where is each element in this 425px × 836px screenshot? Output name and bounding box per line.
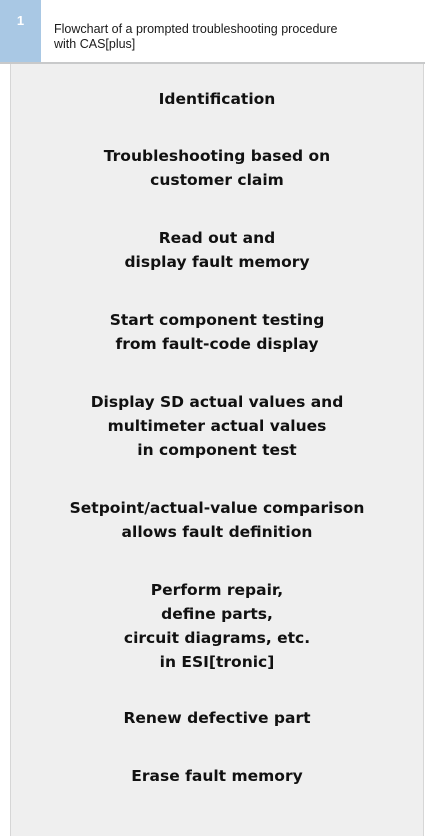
step-start-component-testing: Start component testing from fault-code … xyxy=(11,308,423,356)
step-line: Troubleshooting based on xyxy=(103,147,331,165)
step-erase-fault-memory: Erase fault memory xyxy=(11,764,423,788)
step-identification: Identification xyxy=(11,87,423,111)
caption-line-2: with CAS[plus] xyxy=(54,37,136,51)
step-line: in ESI[tronic] xyxy=(159,653,275,671)
figure-frame: 1 Flowchart of a prompted troubleshootin… xyxy=(0,0,425,836)
step-line: Erase fault memory xyxy=(131,767,303,785)
step-renew-defective-part: Renew defective part xyxy=(11,706,423,730)
step-troubleshooting-customer-claim: Troubleshooting based on customer claim xyxy=(11,144,423,192)
step-setpoint-comparison: Setpoint/actual-value comparison allows … xyxy=(11,496,423,544)
step-line: multimeter actual values xyxy=(107,417,327,435)
step-line: circuit diagrams, etc. xyxy=(123,629,311,647)
step-line: Display SD actual values and xyxy=(90,393,344,411)
flowchart-panel: Identification Troubleshooting based on … xyxy=(10,64,424,836)
step-line: Read out and xyxy=(158,229,276,247)
figure-number-badge: 1 xyxy=(0,0,41,62)
step-read-fault-memory: Read out and display fault memory xyxy=(11,226,423,274)
step-line: Start component testing xyxy=(109,311,325,329)
step-line: Identification xyxy=(158,90,276,108)
figure-header: 1 Flowchart of a prompted troubleshootin… xyxy=(0,0,425,64)
step-line: from fault-code display xyxy=(115,335,319,353)
step-perform-repair: Perform repair, define parts, circuit di… xyxy=(11,578,423,674)
step-line: define parts, xyxy=(161,605,273,623)
step-line: Perform repair, xyxy=(150,581,284,599)
figure-caption: Flowchart of a prompted troubleshooting … xyxy=(54,22,419,52)
step-display-actual-values: Display SD actual values and multimeter … xyxy=(11,390,423,462)
step-line: in component test xyxy=(137,441,297,459)
caption-line-1: Flowchart of a prompted troubleshooting … xyxy=(54,22,338,36)
step-line: Renew defective part xyxy=(123,709,311,727)
step-line: display fault memory xyxy=(124,253,310,271)
step-line: customer claim xyxy=(150,171,284,189)
step-line: allows fault definition xyxy=(121,523,313,541)
step-line: Setpoint/actual-value comparison xyxy=(69,499,365,517)
